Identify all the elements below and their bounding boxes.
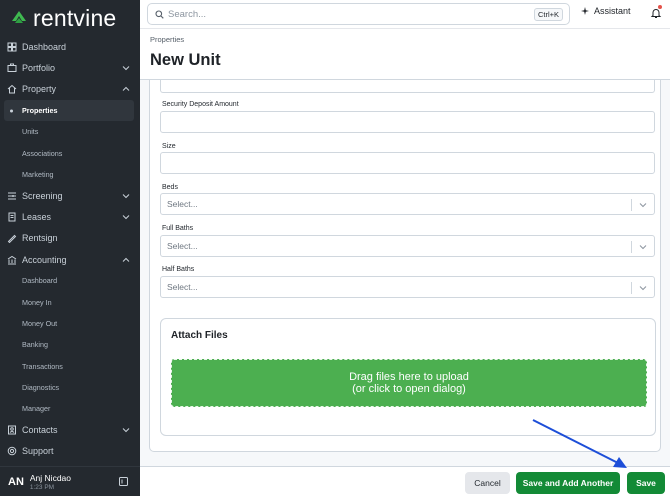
sidebar-item-label: Accounting xyxy=(22,254,67,265)
assistant-label: Assistant xyxy=(594,6,631,16)
full-baths-select[interactable]: Select... xyxy=(160,235,655,257)
sidebar-nav: Dashboard Portfolio Property Properties … xyxy=(0,36,140,462)
sidebar-item-screening[interactable]: Screening xyxy=(0,185,140,206)
sidebar-item-label: Dashboard xyxy=(22,41,67,52)
avatar: AN xyxy=(8,475,24,488)
sidebar-item-contacts[interactable]: Contacts xyxy=(0,419,140,440)
chevron-down-icon xyxy=(122,215,130,220)
form-card: Security Deposit Amount Size Beds Select… xyxy=(149,80,661,452)
rentvine-logo-icon xyxy=(12,11,26,23)
portfolio-icon xyxy=(7,63,17,73)
brand-logo[interactable]: rentvine xyxy=(8,5,116,31)
sidebar-item-portfolio[interactable]: Portfolio xyxy=(0,57,140,78)
chevron-down-icon xyxy=(122,66,130,71)
top-bar: Ctrl+K Assistant xyxy=(140,0,670,29)
user-name: Anj Nicdao xyxy=(29,472,71,483)
security-deposit-label: Security Deposit Amount xyxy=(162,101,239,108)
sidebar-item-support[interactable]: Support xyxy=(0,441,140,462)
property-icon xyxy=(7,84,17,94)
user-profile[interactable]: AN Anj Nicdao 1:23 PM xyxy=(0,466,140,496)
sidebar-item-rentsign[interactable]: Rentsign xyxy=(0,228,140,249)
screening-icon xyxy=(7,191,17,201)
sidebar-item-label: Contacts xyxy=(22,424,58,435)
size-input[interactable] xyxy=(160,152,655,174)
chevron-down-icon xyxy=(122,193,130,198)
sidebar-subitem-banking[interactable]: Banking xyxy=(0,334,140,355)
sidebar-item-accounting[interactable]: Accounting xyxy=(0,249,140,270)
size-label: Size xyxy=(162,143,176,150)
dropzone-line-1: Drag files here to upload xyxy=(349,371,469,383)
assistant-button[interactable]: Assistant xyxy=(580,6,631,16)
half-baths-select[interactable]: Select... xyxy=(160,276,655,298)
user-info: Anj Nicdao 1:23 PM xyxy=(30,473,71,491)
search-icon xyxy=(155,9,164,19)
leases-icon xyxy=(7,212,17,222)
rentsign-icon xyxy=(7,233,17,244)
sidebar-subitem-units[interactable]: Units xyxy=(0,121,140,142)
sidebar-item-label: Portfolio xyxy=(22,62,56,73)
half-baths-label: Half Baths xyxy=(162,266,195,273)
sidebar-subitem-properties[interactable]: Properties xyxy=(4,99,134,122)
file-dropzone[interactable]: Drag files here to upload (or click to o… xyxy=(171,359,647,407)
save-and-add-another-button[interactable]: Save and Add Another xyxy=(516,472,620,494)
beds-select-value: Select... xyxy=(167,199,198,209)
brand-name: rentvine xyxy=(33,4,117,31)
notification-dot xyxy=(658,5,662,9)
dropzone-line-2: (or click to open dialog) xyxy=(352,383,466,395)
previous-field-input[interactable] xyxy=(160,80,655,93)
sidebar: rentvine Dashboard Portfolio Property Pr… xyxy=(0,0,140,496)
sidebar-subitem-associations[interactable]: Associations xyxy=(0,142,140,163)
half-baths-select-value: Select... xyxy=(167,282,198,292)
search-shortcut-badge: Ctrl+K xyxy=(533,8,563,21)
dashboard-icon xyxy=(7,42,17,52)
full-baths-label: Full Baths xyxy=(162,225,194,232)
chevron-down-icon xyxy=(122,428,130,433)
chevron-down-icon xyxy=(639,203,647,208)
sidebar-subitem-money-in[interactable]: Money In xyxy=(0,292,140,313)
sidebar-subitem-transactions[interactable]: Transactions xyxy=(0,355,140,376)
sidebar-item-label: Property xyxy=(22,84,57,95)
full-baths-select-value: Select... xyxy=(167,241,198,251)
search-input[interactable] xyxy=(168,8,508,20)
chevron-down-icon xyxy=(639,245,647,250)
sidebar-item-leases[interactable]: Leases xyxy=(0,206,140,227)
sidebar-subitem-manager[interactable]: Manager xyxy=(0,398,140,419)
beds-select[interactable]: Select... xyxy=(160,193,655,215)
panel-toggle-icon[interactable] xyxy=(119,477,128,486)
chevron-up-icon xyxy=(122,87,130,92)
save-button[interactable]: Save xyxy=(627,472,665,494)
sidebar-subitem-accounting-dashboard[interactable]: Dashboard xyxy=(0,270,140,291)
sidebar-subitem-marketing[interactable]: Marketing xyxy=(0,164,140,185)
security-deposit-input[interactable] xyxy=(160,111,655,133)
sidebar-item-label: Rentsign xyxy=(22,233,58,244)
form-footer: Cancel Save and Add Another Save xyxy=(140,466,670,496)
page-title: New Unit xyxy=(150,51,221,69)
cancel-button[interactable]: Cancel xyxy=(465,472,510,494)
sidebar-item-label: Support xyxy=(22,446,54,457)
attach-files-title: Attach Files xyxy=(171,330,228,341)
sparkle-icon xyxy=(581,7,589,15)
main-content: Security Deposit Amount Size Beds Select… xyxy=(140,80,670,466)
accounting-icon xyxy=(7,255,17,265)
sidebar-item-dashboard[interactable]: Dashboard xyxy=(0,36,140,57)
sidebar-subitem-diagnostics[interactable]: Diagnostics xyxy=(0,377,140,398)
support-icon xyxy=(7,446,17,456)
select-divider xyxy=(631,282,632,294)
breadcrumb[interactable]: Properties xyxy=(150,35,184,44)
page-header: Properties New Unit xyxy=(140,29,670,80)
sidebar-item-label: Screening xyxy=(22,190,63,201)
sidebar-subitem-money-out[interactable]: Money Out xyxy=(0,313,140,334)
attach-files-section: Attach Files Drag files here to upload (… xyxy=(160,318,656,436)
select-divider xyxy=(631,199,632,211)
select-divider xyxy=(631,241,632,253)
chevron-down-icon xyxy=(639,286,647,291)
chevron-up-icon xyxy=(122,257,130,262)
sidebar-item-label: Leases xyxy=(22,212,52,223)
user-time: 1:23 PM xyxy=(29,483,55,491)
sidebar-item-property[interactable]: Property xyxy=(0,79,140,100)
contacts-icon xyxy=(7,425,17,435)
beds-label: Beds xyxy=(162,184,178,191)
search-box[interactable]: Ctrl+K xyxy=(147,3,570,25)
